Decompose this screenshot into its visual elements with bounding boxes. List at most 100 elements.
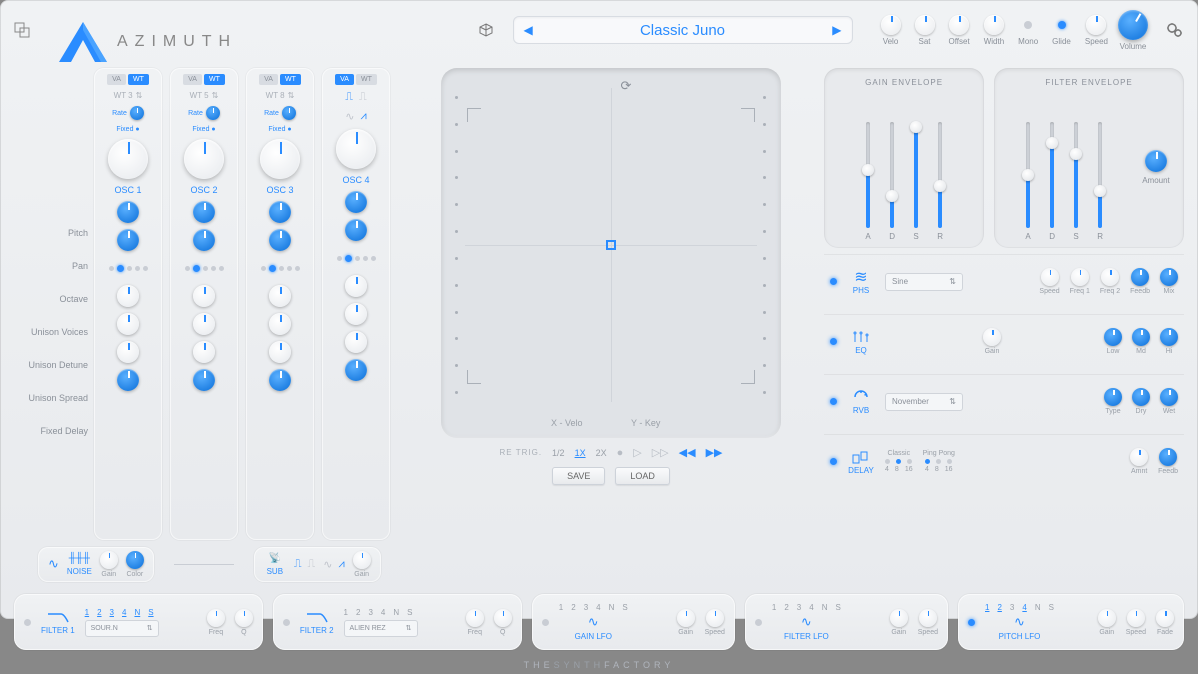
octave-select[interactable] [185, 257, 224, 279]
header-glide-knob[interactable]: Glide [1052, 15, 1071, 46]
unison-detune-knob[interactable] [269, 313, 291, 335]
amount-knob[interactable] [1145, 150, 1167, 172]
rate-knob[interactable] [282, 106, 296, 120]
delay-led[interactable] [830, 458, 837, 465]
unison-spread-knob[interactable] [193, 341, 215, 363]
pan-knob[interactable] [345, 219, 367, 241]
osc-tabs[interactable]: VAWT [107, 74, 149, 85]
osc-tabs[interactable]: VAWT [335, 74, 377, 85]
tab-wt[interactable]: WT [356, 74, 377, 85]
tab-va[interactable]: VA [335, 74, 354, 85]
play-icon[interactable]: ▷ [633, 446, 641, 459]
fwd-icon[interactable]: ▷▷ [652, 446, 669, 459]
volume-dial[interactable] [1118, 10, 1148, 40]
mix-knob[interactable]: Mix [1160, 268, 1178, 295]
tab-wt[interactable]: WT [128, 74, 149, 85]
octave-select[interactable] [337, 247, 376, 269]
env-slider-r[interactable]: R [933, 122, 947, 242]
rewind-icon[interactable]: ◀◀ [679, 446, 696, 459]
eq-led[interactable] [830, 338, 837, 345]
env-slider-r[interactable]: R [1093, 122, 1107, 242]
save-button[interactable]: SAVE [552, 467, 605, 485]
q-knob[interactable]: Q [494, 609, 512, 636]
filter2-led[interactable] [283, 619, 290, 626]
feedb-knob[interactable]: Feedb [1130, 268, 1150, 295]
env-slider-d[interactable]: D [1045, 122, 1059, 242]
unison-detune-knob[interactable] [193, 313, 215, 335]
low-knob[interactable]: Low [1104, 328, 1122, 355]
osc4-waves2[interactable]: ∿⩘ [345, 110, 366, 123]
unison-detune-knob[interactable] [117, 313, 139, 335]
phs-led[interactable] [830, 278, 837, 285]
env-slider-a[interactable]: A [1021, 122, 1035, 242]
unison-voices-knob[interactable] [345, 275, 367, 297]
sub-gain[interactable]: Gain [353, 551, 371, 578]
pan-knob[interactable] [193, 229, 215, 251]
header-width-knob[interactable]: Width [984, 15, 1004, 46]
filter1-routing[interactable]: 1234NS [85, 608, 159, 617]
q-knob[interactable]: Q [235, 609, 253, 636]
env-slider-s[interactable]: S [909, 122, 923, 242]
record-icon[interactable]: ● [617, 447, 624, 459]
fade-knob[interactable]: Fade [1156, 609, 1174, 636]
fixed-delay-knob[interactable] [193, 369, 215, 391]
fixed-delay-knob[interactable] [345, 359, 367, 381]
filter1-led[interactable] [24, 619, 31, 626]
env-slider-s[interactable]: S [1069, 122, 1083, 242]
delay-pingpong[interactable]: Ping Pong 4816 [923, 450, 955, 473]
unison-voices-knob[interactable] [117, 285, 139, 307]
rate-knob[interactable] [206, 106, 220, 120]
osc-level-knob[interactable] [336, 129, 376, 169]
speed-2x[interactable]: 2X [596, 448, 607, 458]
wavetable-select[interactable]: WT 8 ⇅ [266, 91, 295, 100]
pitchlfo-led[interactable] [968, 619, 975, 626]
speed-knob[interactable]: Speed [705, 609, 725, 636]
filter1-type-select[interactable]: SOUR.N⇅ [85, 620, 159, 637]
unison-spread-knob[interactable] [117, 341, 139, 363]
filter2-routing[interactable]: 1234NS [344, 608, 418, 617]
osc-level-knob[interactable] [184, 139, 224, 179]
osc4-waves[interactable]: ⎍⎍ [345, 91, 366, 104]
pitch-knob[interactable] [117, 201, 139, 223]
freq-1-knob[interactable]: Freq 1 [1070, 268, 1090, 295]
pan-knob[interactable] [269, 229, 291, 251]
preset-next-icon[interactable]: ▶ [832, 23, 841, 37]
sub-wave-select2[interactable]: ∿⩘ [323, 558, 344, 571]
filterlfo-routing[interactable]: 1234NS [772, 603, 841, 612]
gain-knob[interactable]: Gain [677, 609, 695, 636]
env-slider-a[interactable]: A [861, 122, 875, 242]
tab-wt[interactable]: WT [280, 74, 301, 85]
delay-classic[interactable]: Classic 4816 [885, 450, 913, 473]
preset-selector[interactable]: ◀ Classic Juno ▶ [513, 16, 853, 44]
eq-gain-knob[interactable]: Gain [983, 328, 1001, 355]
env-slider-d[interactable]: D [885, 122, 899, 242]
unison-spread-knob[interactable] [269, 341, 291, 363]
hi-knob[interactable]: Hi [1160, 328, 1178, 355]
pitch-knob[interactable] [193, 201, 215, 223]
speed-knob[interactable]: Speed [918, 609, 938, 636]
pitchlfo-routing[interactable]: 1234NS [985, 603, 1054, 612]
header-speed-knob[interactable]: Speed [1085, 15, 1108, 46]
noise-color[interactable]: Color [126, 551, 144, 578]
wet-knob[interactable]: Wet [1160, 388, 1178, 415]
xy-pad[interactable]: ⟳ X - Velo Y - Key [441, 68, 781, 438]
unison-voices-knob[interactable] [269, 285, 291, 307]
pitch-knob[interactable] [269, 201, 291, 223]
preset-prev-icon[interactable]: ◀ [524, 23, 533, 37]
speed-half[interactable]: 1/2 [552, 448, 565, 458]
tab-wt[interactable]: WT [204, 74, 225, 85]
filter2-type-select[interactable]: ALIEN REZ⇅ [344, 620, 418, 637]
speed-1x[interactable]: 1X [575, 448, 586, 458]
rvb-select[interactable]: November⇅ [885, 393, 963, 411]
fixed-delay-knob[interactable] [269, 369, 291, 391]
sub-wave-select[interactable]: ⎍⎍ [294, 558, 315, 571]
wavetable-select[interactable]: WT 5 ⇅ [190, 91, 219, 100]
load-button[interactable]: LOAD [615, 467, 670, 485]
gainlfo-routing[interactable]: 1234NS [559, 603, 628, 612]
feedb-knob[interactable]: Feedb [1158, 448, 1178, 475]
rvb-led[interactable] [830, 398, 837, 405]
pitch-knob[interactable] [345, 191, 367, 213]
md-knob[interactable]: Md [1132, 328, 1150, 355]
pan-knob[interactable] [117, 229, 139, 251]
speed-knob[interactable]: Speed [1126, 609, 1146, 636]
